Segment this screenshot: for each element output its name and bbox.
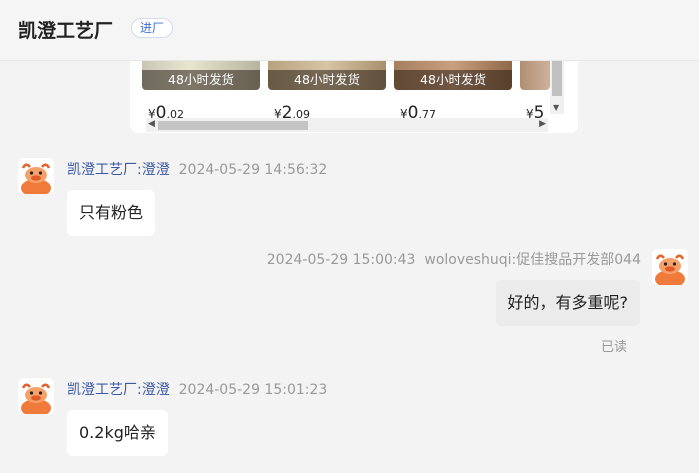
scroll-right-arrow-icon[interactable]: ▶ [539,119,546,129]
scrollbar-thumb[interactable] [552,60,562,96]
horizontal-scrollbar[interactable]: ◀ ▶ [146,118,548,132]
read-status: 已读 [601,340,628,355]
cow-avatar-icon[interactable] [18,378,54,414]
sender-name[interactable]: woloveshuqi:促佳搜品开发部044 [424,252,641,268]
sender-name[interactable]: 凯澄工艺厂:澄澄 [67,382,170,398]
cow-avatar-icon[interactable] [18,158,54,194]
message-meta: 凯澄工艺厂:澄澄 2024-05-29 14:56:32 [67,159,327,179]
scroll-down-arrow-icon[interactable]: ▼ [553,103,559,112]
message-meta: 2024-05-29 15:00:43 woloveshuqi:促佳搜品开发部0… [267,249,641,269]
chat-header: 凯澄工艺厂 进厂 [0,0,699,61]
message-meta: 凯澄工艺厂:澄澄 2024-05-29 15:01:23 [67,379,327,399]
message-bubble: 只有粉色 [67,190,156,236]
scrollbar-thumb[interactable] [158,121,308,130]
product-tag: 48小时发货 [268,70,386,90]
product-tag: 48小时发货 [142,70,260,90]
product-tag: 48小时发货 [394,70,512,90]
message-time: 2024-05-29 15:01:23 [178,382,328,398]
message-time: 2024-05-29 15:00:43 [266,252,416,268]
message-time: 2024-05-29 14:56:32 [178,162,328,178]
message-bubble: 0.2kg哈亲 [67,410,168,456]
cow-avatar-icon[interactable] [652,249,688,285]
shop-name: 凯澄工艺厂 [18,20,114,42]
message-bubble: 好的，有多重呢? [495,280,640,326]
scroll-left-arrow-icon[interactable]: ◀ [148,119,155,129]
enter-shop-button[interactable]: 进厂 [131,18,174,38]
sender-name[interactable]: 凯澄工艺厂:澄澄 [67,162,170,178]
